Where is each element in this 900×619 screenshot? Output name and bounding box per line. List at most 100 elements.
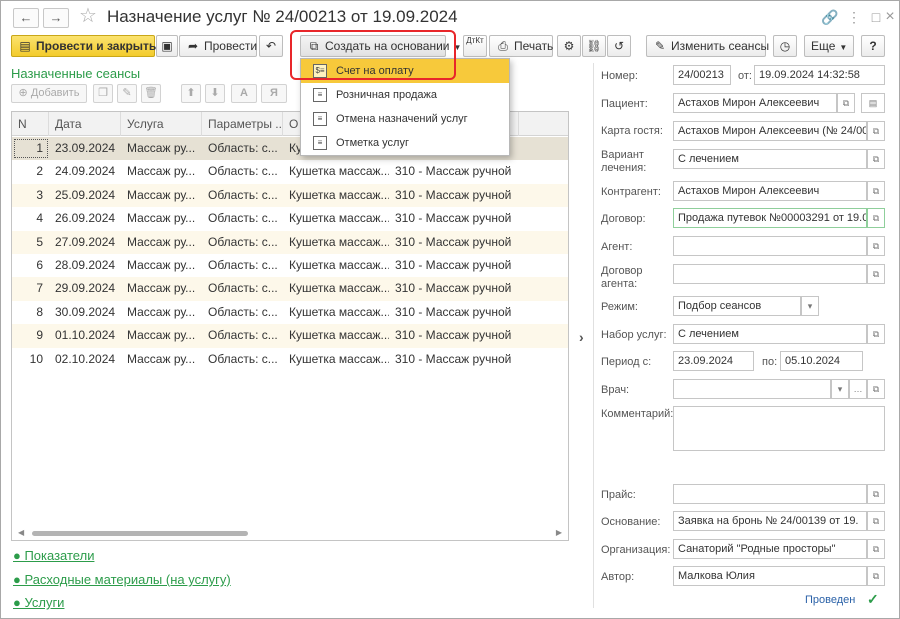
open-icon[interactable]: ⧉ bbox=[867, 236, 885, 256]
sort-a-label: А bbox=[240, 87, 248, 99]
forward-button[interactable]: → bbox=[43, 8, 69, 28]
table-row[interactable]: 4 26.09.2024 Массаж ру... Область: с... Куше… bbox=[12, 207, 568, 230]
patient-field[interactable]: Астахов Мирон Алексеевич bbox=[673, 93, 837, 113]
move-up-button[interactable]: ⬆ bbox=[181, 84, 201, 103]
open-icon[interactable]: ⧉ bbox=[837, 93, 855, 113]
trash-icon: 🗑 bbox=[144, 87, 158, 99]
sort-desc-button[interactable]: Я bbox=[261, 84, 287, 103]
mode-select[interactable]: Подбор сеансов bbox=[673, 296, 801, 316]
comment-field[interactable] bbox=[673, 406, 885, 451]
table-cell-room: 310 - Массаж ручной bbox=[395, 187, 512, 202]
table-cell-params: Область: с... bbox=[208, 234, 278, 249]
arrow-down-icon: ⬇ bbox=[210, 87, 220, 99]
table-cell-place: Кушетка массаж... bbox=[289, 281, 389, 296]
table-row[interactable]: 3 25.09.2024 Массаж ру... Область: с... Куше… bbox=[12, 183, 568, 208]
add-row-button[interactable]: ⊕ Добавить bbox=[11, 84, 87, 103]
open-icon[interactable]: ⧉ bbox=[867, 511, 885, 531]
scroll-right-icon[interactable]: ▶ bbox=[556, 528, 562, 537]
column-header-params[interactable]: Параметры ... bbox=[202, 112, 283, 136]
table-row[interactable]: 6 28.09.2024 Массаж ру... Область: с... Куше… bbox=[12, 254, 568, 277]
agent-contract-field[interactable] bbox=[673, 264, 867, 284]
column-header-n[interactable]: N bbox=[12, 112, 49, 136]
table-row[interactable]: 5 27.09.2024 Массаж ру... Область: с... Куше… bbox=[12, 230, 568, 254]
move-down-button[interactable]: ⬇ bbox=[205, 84, 225, 103]
table-row[interactable]: 9 01.10.2024 Массаж ру... Область: с... Куше… bbox=[12, 324, 568, 348]
close-icon[interactable]: × bbox=[881, 8, 899, 26]
table-row[interactable]: 8 30.09.2024 Массаж ру... Область: с... Куше… bbox=[12, 301, 568, 324]
copy-row-button[interactable]: ❐ bbox=[93, 84, 113, 103]
table-row[interactable]: 2 24.09.2024 Массаж ру... Область: с... Куше… bbox=[12, 160, 568, 183]
horizontal-scrollbar[interactable] bbox=[32, 531, 248, 536]
sessions-table[interactable]: N Дата Услуга Параметры ... О 1 23.09.202… bbox=[11, 111, 569, 541]
open-icon[interactable]: ⧉ bbox=[867, 264, 885, 284]
menu-item-mark-services[interactable]: ≡ Отметка услуг bbox=[301, 131, 509, 155]
edit-row-button[interactable]: ✎ bbox=[117, 84, 137, 103]
save-icon: ▣ bbox=[161, 39, 173, 53]
from-label: от: bbox=[738, 70, 752, 82]
save-button[interactable]: ▣ bbox=[156, 35, 178, 57]
service-set-field[interactable]: С лечением bbox=[673, 324, 867, 344]
column-header-service[interactable]: Услуга bbox=[121, 112, 202, 136]
table-cell-service: Массаж ру... bbox=[127, 141, 196, 155]
back-button[interactable]: ← bbox=[13, 8, 39, 28]
more-vertical-icon[interactable]: ⋮ bbox=[845, 8, 863, 26]
dt-kt-button[interactable]: ДтКт bbox=[463, 35, 487, 57]
agent-field[interactable] bbox=[673, 236, 867, 256]
link-icon[interactable]: 🔗 bbox=[821, 8, 839, 26]
guest-card-field[interactable]: Астахов Мирон Алексеевич (№ 24/002 bbox=[673, 121, 867, 141]
price-field[interactable] bbox=[673, 484, 867, 504]
open-icon[interactable]: ⧉ bbox=[867, 181, 885, 201]
change-sessions-label: Изменить сеансы bbox=[671, 39, 770, 53]
period-from-field[interactable]: 23.09.2024 bbox=[673, 351, 754, 371]
print-button[interactable]: ⎙ Печать bbox=[489, 35, 553, 57]
undo-button[interactable]: ↶ bbox=[259, 35, 283, 57]
chevron-down-icon[interactable]: ▾ bbox=[831, 379, 849, 399]
open-icon[interactable]: ⧉ bbox=[867, 539, 885, 559]
open-icon[interactable]: ⧉ bbox=[867, 324, 885, 344]
doctor-field[interactable] bbox=[673, 379, 831, 399]
menu-item-retail-sale[interactable]: ≡ Розничная продажа bbox=[301, 83, 509, 107]
menu-item-cancel-assignments[interactable]: ≡ Отмена назначений услуг bbox=[301, 107, 509, 131]
services-link[interactable]: ● Услуги bbox=[13, 595, 64, 610]
column-header-date[interactable]: Дата bbox=[49, 112, 121, 136]
structure-button[interactable]: ⚙ bbox=[557, 35, 581, 57]
more-button[interactable]: Еще ▼ bbox=[804, 35, 854, 57]
open-icon[interactable]: ⧉ bbox=[867, 566, 885, 586]
delete-row-button[interactable]: 🗑 bbox=[141, 84, 161, 103]
author-field[interactable]: Малкова Юлия bbox=[673, 566, 867, 586]
favorite-star-icon[interactable]: ☆ bbox=[79, 5, 97, 27]
open-icon[interactable]: ⧉ bbox=[867, 121, 885, 141]
table-cell-room: 310 - Массаж ручной bbox=[395, 304, 512, 319]
link-button[interactable]: ⛓ bbox=[582, 35, 606, 57]
post-and-close-button[interactable]: ▤ Провести и закрыть bbox=[11, 35, 156, 57]
help-button[interactable]: ? bbox=[861, 35, 885, 57]
chevron-down-icon[interactable]: ▾ bbox=[801, 296, 819, 316]
treatment-variant-field[interactable]: С лечением bbox=[673, 149, 867, 169]
date-field[interactable]: 19.09.2024 14:32:58 bbox=[754, 65, 885, 85]
basis-field[interactable]: Заявка на бронь № 24/00139 от 19. bbox=[673, 511, 867, 531]
history-button[interactable]: ↺ bbox=[607, 35, 631, 57]
materials-link[interactable]: ● Расходные материалы (на услугу) bbox=[13, 572, 231, 587]
reminder-button[interactable]: ◷ bbox=[773, 35, 797, 57]
table-cell-date: 24.09.2024 bbox=[55, 164, 116, 179]
table-cell-room: 310 - Массаж ручной bbox=[395, 281, 512, 296]
scroll-left-icon[interactable]: ◀ bbox=[18, 528, 24, 537]
change-sessions-button[interactable]: ✎ Изменить сеансы bbox=[646, 35, 770, 57]
open-icon[interactable]: ⧉ bbox=[867, 208, 885, 228]
number-field[interactable]: 24/00213 bbox=[673, 65, 731, 85]
open-icon[interactable]: ⧉ bbox=[867, 149, 885, 169]
contractor-field[interactable]: Астахов Мирон Алексеевич bbox=[673, 181, 867, 201]
contract-field[interactable]: Продажа путевок №00003291 от 19.09. bbox=[673, 208, 867, 228]
select-ellipsis-icon[interactable]: … bbox=[849, 379, 867, 399]
table-row[interactable]: 7 29.09.2024 Массаж ру... Область: с... Куше… bbox=[12, 277, 568, 301]
open-icon[interactable]: ⧉ bbox=[867, 484, 885, 504]
sort-asc-button[interactable]: А bbox=[231, 84, 257, 103]
collapse-panel-icon[interactable]: › bbox=[579, 329, 584, 345]
open-icon[interactable]: ⧉ bbox=[867, 379, 885, 399]
organization-field[interactable]: Санаторий "Родные просторы" bbox=[673, 539, 867, 559]
period-to-field[interactable]: 05.10.2024 bbox=[780, 351, 863, 371]
patient-card-icon[interactable]: ▤ bbox=[861, 93, 885, 113]
post-button[interactable]: ➦ Провести bbox=[179, 35, 257, 57]
table-row[interactable]: 10 02.10.2024 Массаж ру... Область: с... Куш… bbox=[12, 348, 568, 371]
indicators-link[interactable]: ● Показатели bbox=[13, 548, 94, 563]
